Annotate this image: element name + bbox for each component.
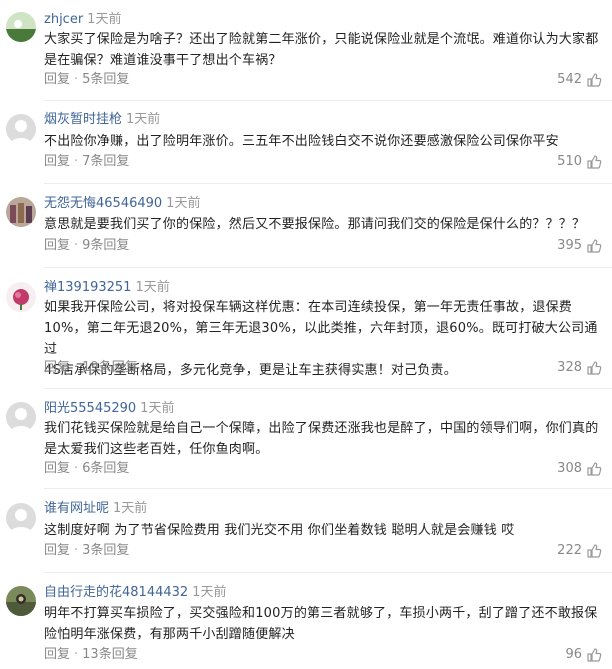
like-count: 510 xyxy=(557,154,582,169)
reply-count-button[interactable]: 9条回复 xyxy=(82,238,129,253)
comment-line: 意思就是要我们买了你的保险，然后又不要报保险。那请问我们交的保险是保什么的？？？… xyxy=(44,217,586,232)
like-button[interactable]: 542 xyxy=(557,70,602,90)
username[interactable]: 自由行走的花48144432 1天前 xyxy=(44,583,226,603)
username[interactable]: 阳光55545290 1天前 xyxy=(44,399,174,419)
separator-dot: · xyxy=(74,461,79,476)
divider xyxy=(44,488,612,489)
reply-button[interactable]: 回复 xyxy=(44,154,70,169)
comment-line: 这制度好啊 为了节省保险费用 我们光交不用 你们坐着数钱 聪明人就是会赚钱 哎 xyxy=(44,523,515,538)
separator-dot: · xyxy=(74,154,79,169)
comment-actions: 回复 · 5条回复 xyxy=(44,70,129,90)
comment-line: 大家买了保险是为啥子？还出了险就第二年涨价，只能说保险业就是个流氓。难道你认为大… xyxy=(44,32,599,47)
reply-count-button[interactable]: 5条回复 xyxy=(82,72,129,87)
reply-count-button[interactable]: 6条回复 xyxy=(82,461,129,476)
comment-time: 1天前 xyxy=(113,501,148,516)
divider xyxy=(44,572,612,573)
comment-time: 1天前 xyxy=(166,196,201,211)
comment-time: 1天前 xyxy=(140,401,175,416)
avatar[interactable] xyxy=(6,12,36,42)
comment-actions: 回复 · 9条回复 xyxy=(44,236,129,256)
username[interactable]: zhjcer 1天前 xyxy=(44,10,121,30)
divider xyxy=(44,267,612,268)
avatar[interactable] xyxy=(6,503,36,533)
avatar[interactable] xyxy=(6,402,36,432)
like-button[interactable]: 510 xyxy=(557,152,602,172)
thumbs-up-icon[interactable] xyxy=(586,461,602,477)
reply-button[interactable]: 回复 xyxy=(44,543,70,558)
username[interactable]: 禅139193251 1天前 xyxy=(44,278,170,298)
comment-text: 明年不打算买车损险了，买交强险和100万的第三者就够了，车损小两千，刮了蹭了还不… xyxy=(44,603,604,645)
comment-line: 是在骗保？难道谁没事干了想出个车祸？ xyxy=(44,53,282,68)
comment-text: 这制度好啊 为了节省保险费用 我们光交不用 你们坐着数钱 聪明人就是会赚钱 哎 xyxy=(44,520,604,541)
like-button[interactable]: 308 xyxy=(557,459,602,479)
comment-text: 我们花钱买保险就是给自己一个保障，出险了保费还涨我也是醉了，中国的领导们啊，你们… xyxy=(44,418,604,460)
comment-time: 1天前 xyxy=(126,112,161,127)
reply-count-button[interactable]: 7条回复 xyxy=(82,154,129,169)
comment-actions: 回复 · 7条回复 xyxy=(44,152,129,172)
like-count: 96 xyxy=(565,647,582,662)
separator-dot: · xyxy=(74,360,79,375)
thumbs-up-icon[interactable] xyxy=(586,154,602,170)
avatar[interactable] xyxy=(6,114,36,144)
thumbs-up-icon[interactable] xyxy=(586,647,602,663)
comment-time: 1天前 xyxy=(87,12,122,27)
separator-dot: · xyxy=(74,72,79,87)
separator-dot: · xyxy=(74,647,79,662)
reply-button[interactable]: 回复 xyxy=(44,72,70,87)
divider xyxy=(44,183,612,184)
comment-text: 不出险你净赚，出了险明年涨价。三五年不出险钱白交不说你还要感激保险公司保你平安 xyxy=(44,131,604,152)
reply-button[interactable]: 回复 xyxy=(44,360,70,375)
comment-line: 我们花钱买保险就是给自己一个保障，出险了保费还涨我也是醉了，中国的领导们啊，你们… xyxy=(44,421,599,436)
reply-button[interactable]: 回复 xyxy=(44,647,70,662)
comment-line: 明年不打算买车损险了，买交强险和100万的第三者就够了，车损小两千，刮了蹭了还不… xyxy=(44,606,598,621)
separator-dot: · xyxy=(74,543,79,558)
like-button[interactable]: 328 xyxy=(557,358,602,378)
thumbs-up-icon[interactable] xyxy=(586,360,602,376)
comment-actions: 回复 · 19条回复 xyxy=(44,358,138,378)
like-count: 308 xyxy=(557,461,582,476)
avatar[interactable] xyxy=(6,586,36,616)
like-count: 395 xyxy=(557,238,582,253)
thumbs-up-icon[interactable] xyxy=(586,72,602,88)
comment-line: 险怕明年涨保费，有那两千小刮蹭随便解决 xyxy=(44,627,295,642)
comment-line: 是太爱我们这些老百姓，任你鱼肉啊。 xyxy=(44,442,269,457)
reply-count-button[interactable]: 13条回复 xyxy=(82,647,138,662)
comment-actions: 回复 · 6条回复 xyxy=(44,459,129,479)
reply-count-button[interactable]: 3条回复 xyxy=(82,543,129,558)
avatar[interactable] xyxy=(6,197,36,227)
username[interactable]: 谁有网址呢 1天前 xyxy=(44,499,147,519)
reply-button[interactable]: 回复 xyxy=(44,461,70,476)
comment-actions: 回复 · 13条回复 xyxy=(44,645,138,665)
divider xyxy=(44,388,612,389)
comment-line: 如果我开保险公司，将对投保车辆这样优惠：在本司连续投保，第一年无责任事故，退保费 xyxy=(44,300,573,315)
username[interactable]: 无怨无悔46546490 1天前 xyxy=(44,194,200,214)
like-count: 328 xyxy=(557,360,582,375)
reply-button[interactable]: 回复 xyxy=(44,238,70,253)
comment-time: 1天前 xyxy=(135,280,170,295)
like-count: 542 xyxy=(557,72,582,87)
divider xyxy=(44,100,612,101)
comment-actions: 回复 · 3条回复 xyxy=(44,541,129,561)
like-button[interactable]: 395 xyxy=(557,236,602,256)
comment-line: 10%，第二年无退20%，第三年无退30%，以此类推，六年封顶，退60%。既可打… xyxy=(44,321,598,357)
reply-count-button[interactable]: 19条回复 xyxy=(82,360,138,375)
separator-dot: · xyxy=(74,238,79,253)
thumbs-up-icon[interactable] xyxy=(586,238,602,254)
like-button[interactable]: 96 xyxy=(565,645,602,665)
like-count: 222 xyxy=(557,543,582,558)
like-button[interactable]: 222 xyxy=(557,541,602,561)
thumbs-up-icon[interactable] xyxy=(586,543,602,559)
username[interactable]: 烟灰暂时挂枪 1天前 xyxy=(44,110,160,130)
comment-line: 不出险你净赚，出了险明年涨价。三五年不出险钱白交不说你还要感激保险公司保你平安 xyxy=(44,134,559,149)
comment-time: 1天前 xyxy=(192,585,227,600)
comment-text: 意思就是要我们买了你的保险，然后又不要报保险。那请问我们交的保险是保什么的？？？… xyxy=(44,214,604,235)
avatar[interactable] xyxy=(6,282,36,312)
comment-text: 大家买了保险是为啥子？还出了险就第二年涨价，只能说保险业就是个流氓。难道你认为大… xyxy=(44,29,604,71)
